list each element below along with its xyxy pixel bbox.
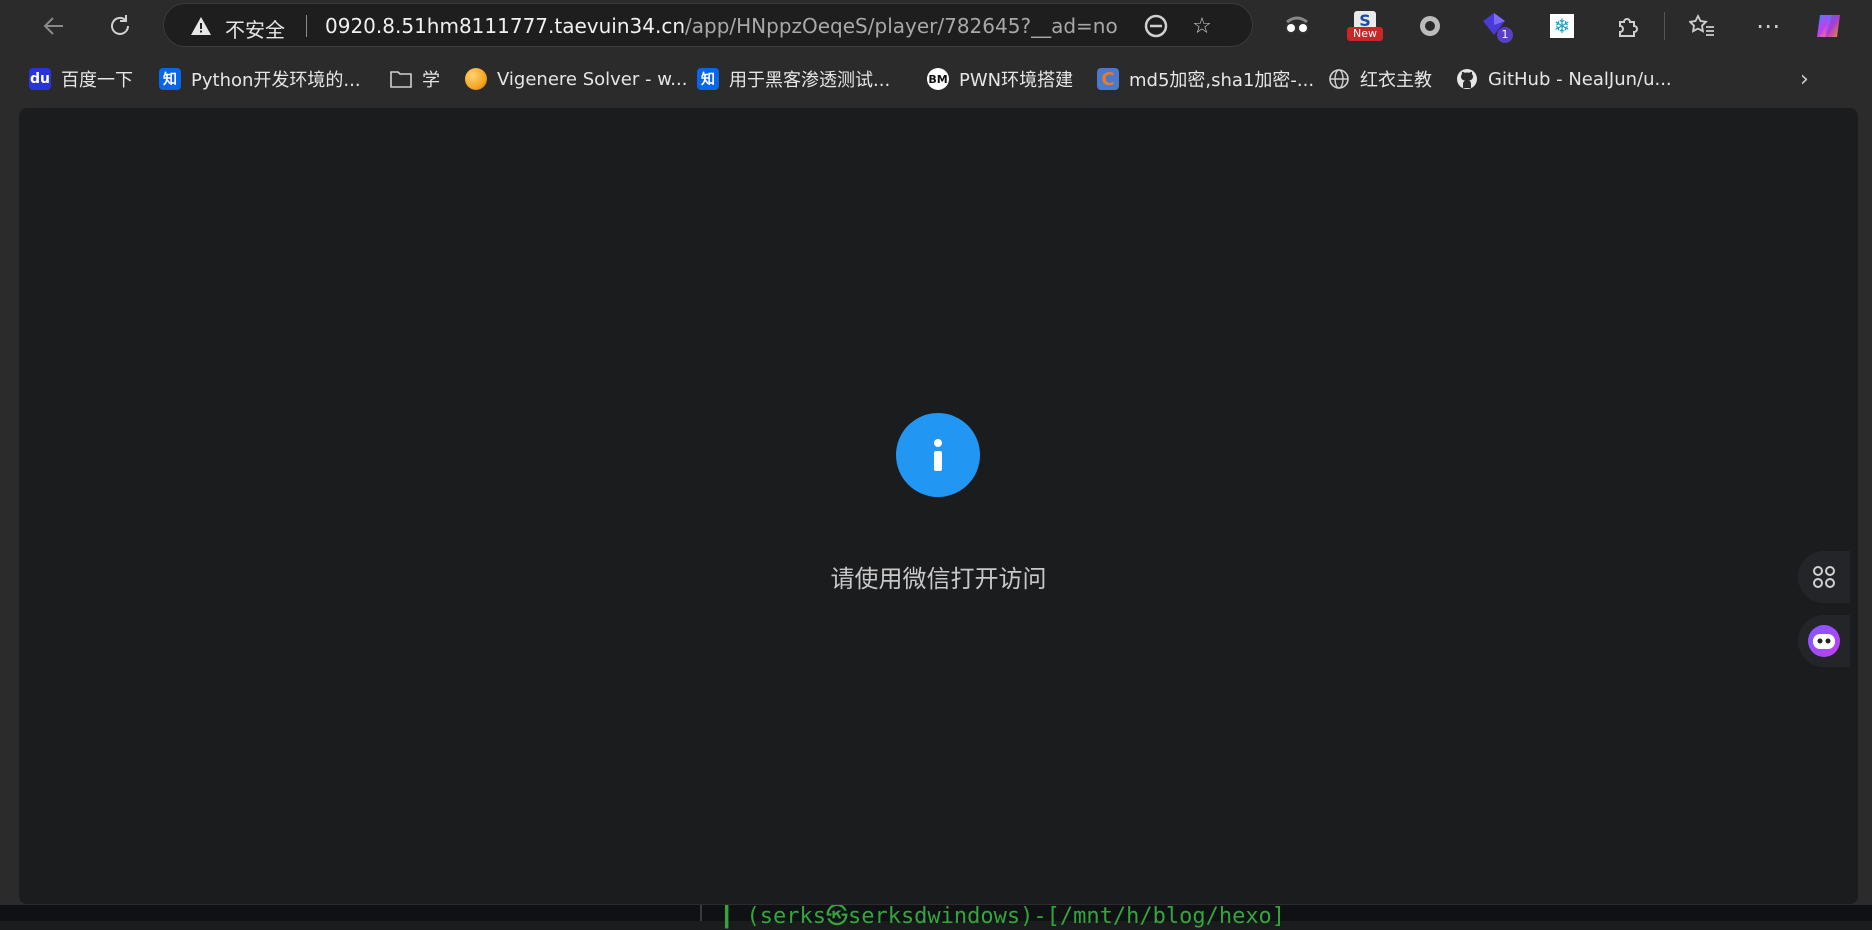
favorites-list-icon[interactable] (1685, 9, 1719, 43)
url-text[interactable]: 0920.8.51hm8111777.taevuin34.cn/app/HNpp… (325, 14, 1118, 38)
circle-extension-icon[interactable] (1413, 9, 1447, 43)
bookmark-folder-xue[interactable]: 学 (390, 65, 440, 93)
page-content: 请使用微信打开访问 (19, 108, 1858, 904)
gem-extension-icon[interactable]: 1 (1481, 9, 1515, 43)
immersive-reader-icon[interactable] (1142, 12, 1170, 40)
bookmarks-bar: du 百度一下 知 Python开发环境的... 学 Vigenere Solv… (0, 57, 1872, 101)
refresh-icon[interactable] (100, 6, 140, 46)
browser-window: 不安全 0920.8.51hm8111777.taevuin34.cn/app/… (0, 0, 1872, 905)
address-bar[interactable]: 不安全 0920.8.51hm8111777.taevuin34.cn/app/… (163, 3, 1253, 47)
new-extension-icon[interactable]: S New (1345, 9, 1385, 43)
folder-icon (390, 68, 412, 90)
copilot-icon[interactable] (1812, 9, 1846, 43)
c-logo-icon: C (1097, 68, 1119, 90)
bookmark-hongyi[interactable]: 红衣主教 (1328, 65, 1432, 93)
browser-toolbar: 不安全 0920.8.51hm8111777.taevuin34.cn/app/… (0, 0, 1872, 52)
bookmark-hacker-pentest[interactable]: 知 用于黑客渗透测试... (697, 65, 890, 93)
github-icon (1456, 68, 1478, 90)
back-arrow-icon[interactable] (34, 6, 74, 46)
globe-icon (1328, 68, 1350, 90)
orange-ball-icon (465, 68, 487, 90)
security-label[interactable]: 不安全 (225, 14, 285, 43)
zhihu-icon: 知 (697, 68, 719, 90)
more-menu-icon[interactable]: ⋯ (1751, 9, 1785, 43)
snowflake-extension-icon[interactable]: ❄ (1545, 9, 1579, 43)
open-in-wechat-message: 请使用微信打开访问 (830, 565, 1047, 593)
bm-icon: BM (927, 68, 949, 90)
chevron-right-icon[interactable]: › (1800, 65, 1809, 93)
favorite-star-icon[interactable]: ☆ (1188, 12, 1216, 40)
info-icon (896, 413, 980, 497)
assistant-bot-icon[interactable] (1798, 615, 1850, 667)
bookmark-github[interactable]: GitHub - NealJun/u... (1456, 65, 1672, 93)
baidu-icon: du (29, 68, 51, 90)
bookmark-md5[interactable]: C md5加密,sha1加密-... (1097, 65, 1314, 93)
warning-icon[interactable] (190, 15, 212, 37)
bookmark-pwn-env[interactable]: BM PWN环境搭建 (927, 65, 1073, 93)
bookmark-python-env[interactable]: 知 Python开发环境的... (159, 65, 361, 93)
bookmark-vigenere[interactable]: Vigenere Solver - w... (465, 65, 687, 93)
background-terminal: ┃ (serks㉿serksdwindows)-[/mnt/h/blog/hex… (0, 904, 1872, 929)
zhihu-icon: 知 (159, 68, 181, 90)
bookmark-baidu[interactable]: du 百度一下 (29, 65, 133, 93)
apps-grid-icon[interactable] (1798, 551, 1850, 603)
spy-glasses-extension-icon[interactable] (1280, 9, 1314, 43)
extensions-puzzle-icon[interactable] (1611, 9, 1645, 43)
